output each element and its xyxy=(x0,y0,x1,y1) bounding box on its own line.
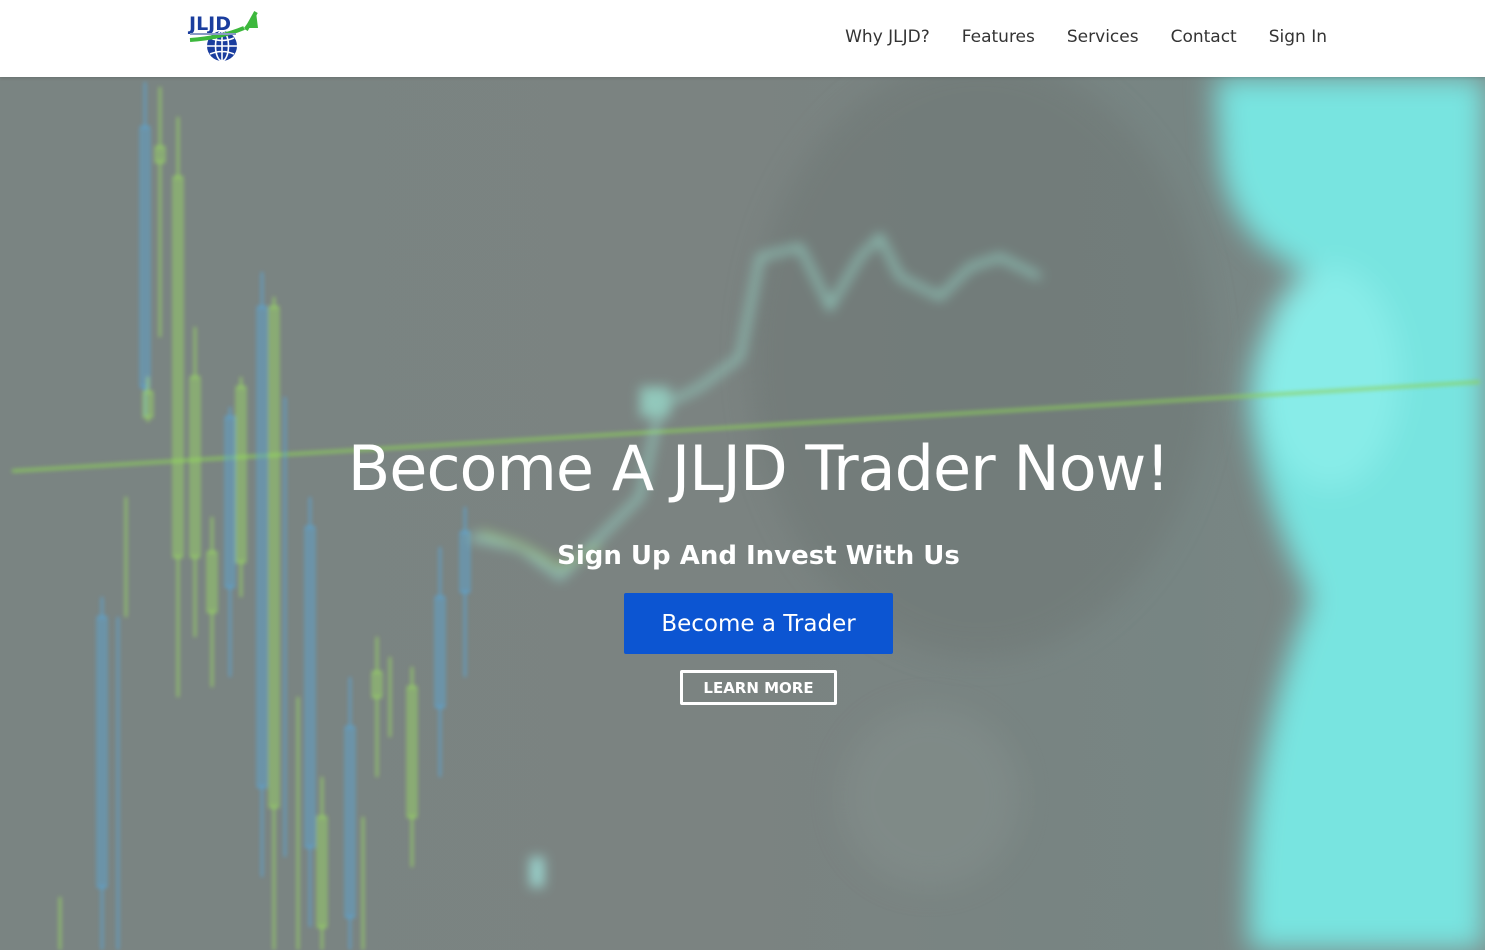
nav-contact[interactable]: Contact xyxy=(1171,24,1237,50)
learn-more-button[interactable]: LEARN MORE xyxy=(680,670,837,705)
top-navbar: JLJD Why JLJD? Features Services Contact… xyxy=(0,0,1485,77)
nav-why-jljd[interactable]: Why JLJD? xyxy=(845,24,930,50)
hero-content: Become A JLJD Trader Now! Sign Up And In… xyxy=(0,77,1485,950)
become-trader-button[interactable]: Become a Trader xyxy=(624,593,893,654)
main-nav: Why JLJD? Features Services Contact Sign… xyxy=(813,24,1327,50)
svg-text:JLJD: JLJD xyxy=(187,13,231,35)
nav-services[interactable]: Services xyxy=(1067,24,1139,50)
hero-title: Become A JLJD Trader Now! xyxy=(347,432,1170,505)
site-logo[interactable]: JLJD xyxy=(186,8,266,64)
nav-features[interactable]: Features xyxy=(962,24,1035,50)
hero-subtitle: Sign Up And Invest With Us xyxy=(557,541,960,571)
nav-sign-in[interactable]: Sign In xyxy=(1269,24,1327,50)
jljd-logo-icon: JLJD xyxy=(187,11,258,62)
hero-section: Become A JLJD Trader Now! Sign Up And In… xyxy=(0,77,1485,950)
